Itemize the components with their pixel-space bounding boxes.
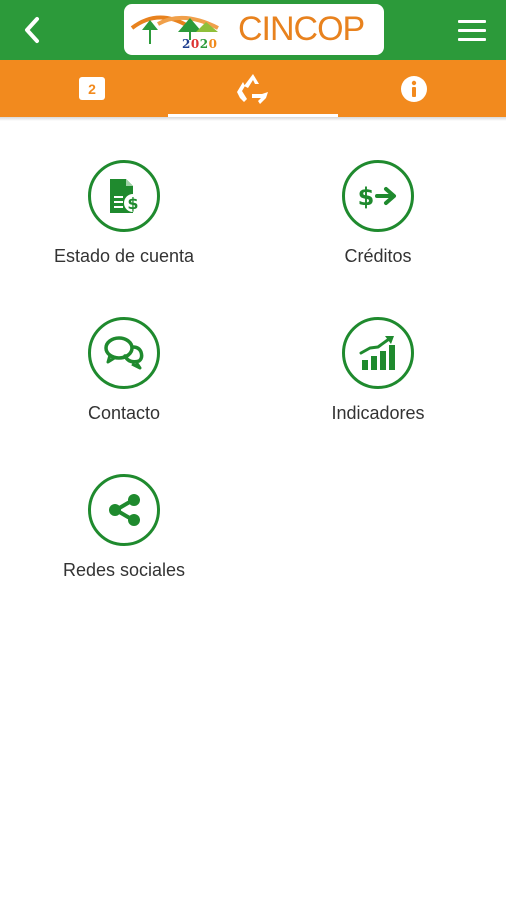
info-icon (401, 75, 427, 102)
menu-item-contacto[interactable]: Contacto (24, 317, 224, 424)
tab-home[interactable] (168, 60, 338, 117)
logo-text: CINCOP (238, 10, 365, 48)
menu-item-label: Estado de cuenta (53, 246, 195, 266)
bar-chart-growth-icon (359, 336, 395, 370)
tab-bar: 2 (0, 60, 506, 117)
back-button[interactable] (18, 14, 46, 46)
logo-year-digit: 2 (199, 37, 209, 51)
menu-item-icon-circle (88, 317, 160, 389)
tab-info[interactable] (352, 60, 476, 117)
share-icon (109, 494, 140, 526)
menu-item-creditos[interactable]: $ Créditos (278, 160, 478, 267)
logo-year-digit: 2 (182, 37, 191, 51)
menu-item-icon-circle (342, 317, 414, 389)
menu-item-icon-circle (88, 474, 160, 546)
app-header: 2020 CINCOP (0, 0, 506, 60)
recycle-triangle-icon (237, 73, 268, 104)
menu-item-icon-circle: $ (342, 160, 414, 232)
menu-item-label: Indicadores (331, 403, 425, 423)
chat-bubbles-icon (104, 336, 144, 370)
app-logo: 2020 CINCOP (124, 4, 384, 55)
logo-year: 2020 (182, 37, 217, 51)
logo-year-digit: 0 (190, 37, 200, 51)
menu-button[interactable] (458, 20, 488, 42)
menu-item-redes-sociales[interactable]: Redes sociales (24, 474, 224, 581)
svg-text:$: $ (358, 183, 375, 211)
menu-item-icon-circle: $ (88, 160, 160, 232)
tab-bar-shadow (0, 117, 506, 121)
menu-item-label: Contacto (87, 403, 161, 423)
menu-item-label: Redes sociales (62, 560, 186, 580)
credit-transfer-icon: $ (358, 183, 396, 211)
menu-item-indicadores[interactable]: Indicadores (278, 317, 478, 424)
tab-notifications[interactable]: 2 (30, 60, 154, 117)
account-statement-icon: $ (110, 179, 142, 213)
menu-item-label: Créditos (344, 246, 412, 266)
menu-item-estado-de-cuenta[interactable]: $ Estado de cuenta (24, 160, 224, 267)
chevron-left-icon (25, 17, 39, 43)
hamburger-menu-icon (458, 20, 488, 41)
notification-badge: 2 (79, 77, 105, 100)
svg-text:$: $ (127, 194, 138, 213)
logo-year-digit: 0 (208, 37, 218, 51)
